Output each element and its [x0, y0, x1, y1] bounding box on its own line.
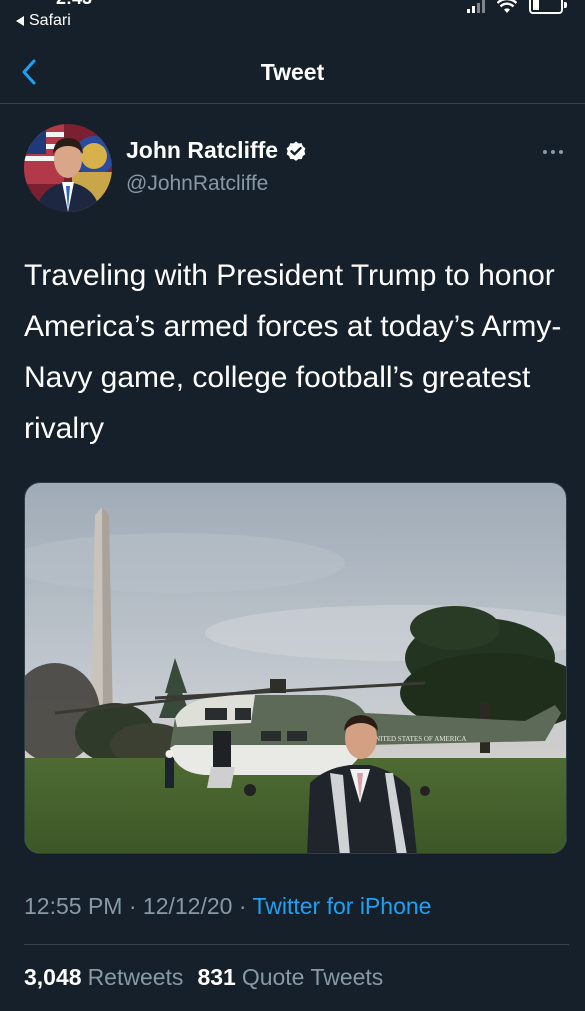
tweet-date: 12/12/20 [142, 893, 233, 919]
quote-tweets-count: 831 [197, 964, 236, 990]
nav-bar: Tweet [0, 40, 585, 104]
verified-badge-icon [286, 141, 306, 161]
quote-tweets-stat[interactable]: 831 Quote Tweets [197, 964, 383, 991]
helicopter-lettering: UNITED STATES OF AMERICA [370, 735, 466, 743]
status-bar: 2:43 Safari [0, 0, 585, 40]
status-time: 2:43 [56, 0, 92, 9]
back-to-app-button[interactable]: Safari [16, 12, 71, 30]
tweet-meta: 12:55 PM · 12/12/20 · Twitter for iPhone [24, 893, 431, 920]
system-icons [467, 0, 567, 14]
retweets-label: Retweets [87, 964, 184, 990]
back-app-label: Safari [29, 12, 71, 29]
meta-separator: · [128, 893, 143, 919]
tweet-photo[interactable]: UNITED STATES OF AMERICA [24, 482, 567, 854]
back-arrow-icon [16, 16, 24, 26]
retweets-count: 3,048 [24, 964, 82, 990]
avatar[interactable] [24, 124, 112, 212]
divider [24, 944, 569, 945]
tweet-time: 12:55 PM [24, 893, 123, 919]
tweet-stats: 3,048 Retweets 831 Quote Tweets [24, 964, 383, 991]
page-title: Tweet [260, 59, 325, 85]
author-handle[interactable]: @JohnRatcliffe [126, 172, 268, 196]
author-name[interactable]: John Ratcliffe [126, 137, 308, 164]
author-name-text: John Ratcliffe [126, 137, 279, 163]
signal-icon [467, 0, 485, 13]
wifi-icon [497, 0, 517, 13]
battery-icon [529, 0, 567, 14]
more-icon[interactable] [543, 150, 563, 154]
tweet-detail-screen: 2:43 Safari Tweet [0, 0, 585, 1011]
retweets-stat[interactable]: 3,048 Retweets [24, 964, 183, 991]
tweet-text: Traveling with President Trump to honor … [24, 259, 562, 445]
quote-tweets-label: Quote Tweets [241, 964, 384, 990]
tweet-source-link[interactable]: Twitter for iPhone [252, 893, 431, 919]
meta-separator: · [238, 893, 253, 919]
